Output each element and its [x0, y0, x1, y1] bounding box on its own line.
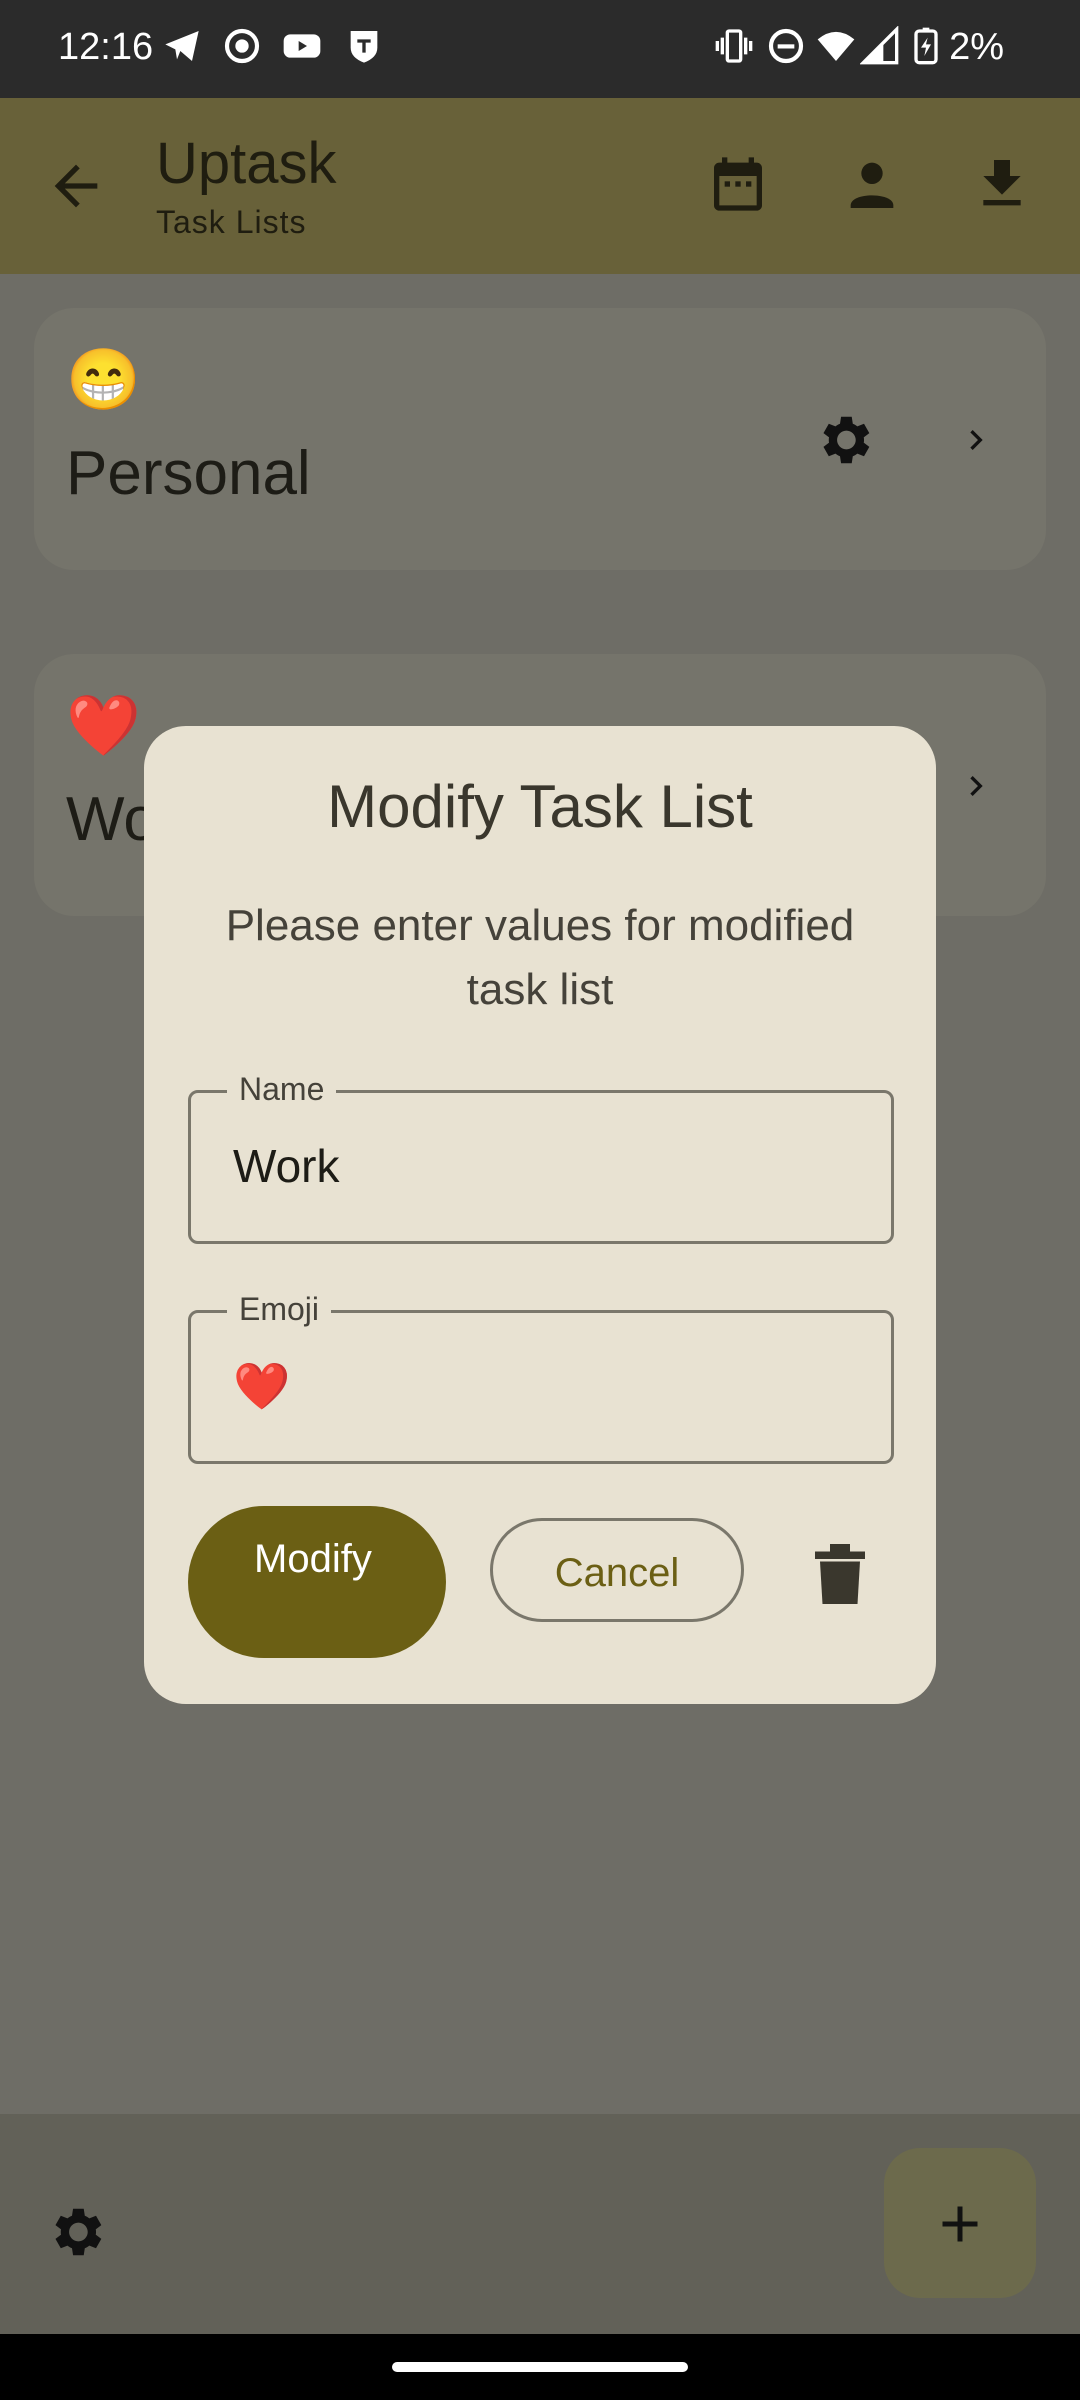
back-arrow-icon[interactable] — [44, 154, 108, 218]
name-field-value[interactable]: Work — [233, 1139, 340, 1193]
battery-percentage: 2% — [949, 26, 1004, 68]
trash-icon[interactable] — [814, 1544, 866, 1604]
signal-icon — [860, 26, 899, 65]
status-bar: 12:16 2% — [0, 0, 1080, 98]
app-bar: Uptask Task Lists — [0, 98, 1080, 274]
app-subtitle: Task Lists — [156, 204, 307, 240]
app-title: Uptask — [156, 131, 337, 196]
task-list-card-personal[interactable]: 😁 Personal — [34, 308, 1046, 570]
chevron-right-icon[interactable] — [956, 766, 996, 806]
person-icon[interactable] — [840, 152, 904, 216]
calendar-icon[interactable] — [706, 152, 770, 216]
name-field[interactable]: Name Work — [188, 1071, 894, 1244]
dialog-title: Modify Task List — [327, 773, 753, 840]
gear-icon[interactable] — [812, 408, 876, 472]
chevron-right-icon[interactable] — [956, 420, 996, 460]
youtube-icon — [283, 34, 321, 58]
task-list-emoji: 😁 — [66, 346, 141, 413]
wifi-icon — [817, 31, 855, 61]
modify-button-label: Modify — [254, 1537, 372, 1581]
cancel-button[interactable]: Cancel — [490, 1518, 744, 1622]
name-field-label: Name — [227, 1071, 337, 1108]
download-icon[interactable] — [970, 152, 1034, 216]
status-time: 12:16 — [58, 26, 154, 68]
emoji-field[interactable]: Emoji ❤️ — [188, 1291, 894, 1464]
modify-button[interactable]: Modify — [188, 1506, 446, 1658]
shield-icon — [350, 31, 378, 63]
battery-charging-icon — [914, 27, 938, 65]
system-nav-bar — [0, 2334, 1080, 2400]
emoji-field-label: Emoji — [227, 1291, 332, 1328]
dnd-icon — [768, 28, 804, 64]
settings-gear-icon[interactable] — [44, 2200, 108, 2264]
telegram-icon — [165, 31, 199, 61]
home-gesture-pill[interactable] — [392, 2362, 688, 2372]
add-task-list-button[interactable] — [884, 2148, 1036, 2298]
emoji-field-value[interactable]: ❤️ — [233, 1359, 290, 1414]
dialog-text: Please enter values for modified task li… — [225, 901, 855, 1014]
plus-icon — [942, 2206, 978, 2242]
task-list-emoji: ❤️ — [66, 692, 141, 759]
record-icon — [224, 28, 260, 64]
task-list-name: Personal — [66, 439, 311, 508]
vibrate-icon — [715, 29, 753, 63]
modify-task-list-dialog: Modify Task List Please enter values for… — [144, 726, 936, 1704]
